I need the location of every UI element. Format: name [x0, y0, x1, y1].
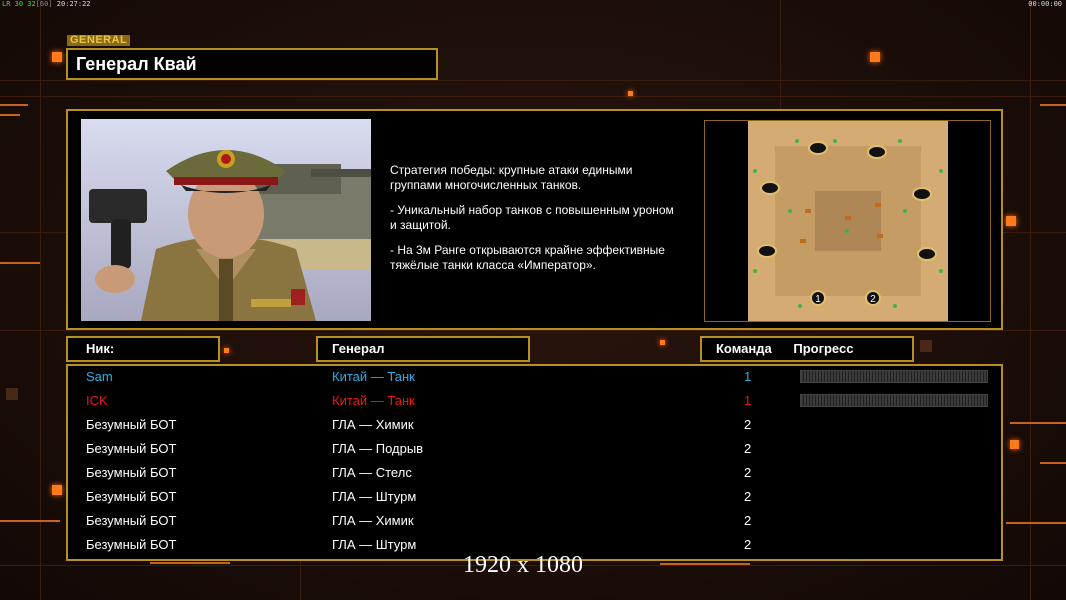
- decor-square: [870, 52, 880, 62]
- header-general-label: Генерал: [332, 341, 385, 356]
- player-nick: Sam: [86, 369, 113, 384]
- description-line: Стратегия победы: крупные атаки едиными …: [390, 163, 633, 192]
- player-team[interactable]: 2: [744, 512, 751, 530]
- resolution-label: 1920 x 1080: [463, 552, 583, 578]
- player-general[interactable]: ГЛА — Стелс: [332, 464, 412, 482]
- player-row[interactable]: ICK Китай — Танк 1: [68, 392, 1001, 416]
- decor-square: [52, 52, 62, 62]
- hud-stats: LR 30 32[60] 20:27:22: [2, 0, 91, 8]
- player-team[interactable]: 2: [744, 464, 751, 482]
- load-progress-bar: [800, 370, 988, 383]
- player-row[interactable]: Безумный БОТ ГЛА — Химик 2: [68, 512, 1001, 536]
- hud-clock: 20:27:22: [56, 0, 91, 8]
- header-nick[interactable]: Ник:: [66, 336, 220, 362]
- player-general[interactable]: ГЛА — Подрыв: [332, 440, 423, 458]
- general-description: Стратегия победы: крупные атаки едиными …: [390, 163, 700, 283]
- decor-square: [628, 91, 633, 96]
- decor-square: [920, 340, 932, 352]
- player-row[interactable]: Sam Китай — Танк 1: [68, 368, 1001, 392]
- player-nick: Безумный БОТ: [86, 537, 177, 552]
- decor-tick: [1040, 104, 1066, 106]
- player-team[interactable]: 2: [744, 488, 751, 506]
- player-general[interactable]: ГЛА — Штурм: [332, 488, 416, 506]
- header-team-progress[interactable]: Команда Прогресс: [700, 336, 914, 362]
- decor-tick: [0, 114, 20, 116]
- player-team[interactable]: 1: [744, 368, 751, 386]
- decor-tick: [1040, 462, 1066, 464]
- decor-square: [660, 340, 665, 345]
- general-portrait: [81, 119, 371, 321]
- decor-tick: [1006, 522, 1066, 524]
- decor-tick: [0, 104, 28, 106]
- general-name: Генерал Квай: [76, 54, 197, 74]
- player-row[interactable]: Безумный БОТ ГЛА — Подрыв 2: [68, 440, 1001, 464]
- description-line: - На 3м Ранге открываются крайне эффекти…: [390, 243, 665, 272]
- header-team-label: Команда: [716, 341, 772, 356]
- player-nick: Безумный БОТ: [86, 489, 177, 504]
- player-list: Sam Китай — Танк 1 ICK Китай — Танк 1 Безумный…: [66, 364, 1003, 561]
- player-general[interactable]: ГЛА — Химик: [332, 512, 414, 530]
- map-preview[interactable]: 1 2: [704, 120, 991, 322]
- decor-line: [300, 560, 301, 600]
- player-nick: Безумный БОТ: [86, 441, 177, 456]
- map-slot-1[interactable]: 1: [815, 294, 821, 305]
- general-tab-label: GENERAL: [67, 35, 131, 46]
- decor-square: [6, 388, 18, 400]
- player-team[interactable]: 2: [744, 536, 751, 554]
- player-general[interactable]: ГЛА — Химик: [332, 416, 414, 434]
- general-info-panel: Стратегия победы: крупные атаки едиными …: [66, 109, 1003, 330]
- decor-tick: [660, 563, 750, 565]
- load-progress-bar: [800, 394, 988, 407]
- player-row[interactable]: Безумный БОТ ГЛА — Штурм 2: [68, 488, 1001, 512]
- decor-square: [52, 485, 62, 495]
- player-general[interactable]: Китай — Танк: [332, 392, 415, 410]
- decor-tick: [0, 520, 60, 522]
- decor-line: [0, 330, 1066, 331]
- player-row[interactable]: Безумный БОТ ГЛА — Стелс 2: [68, 464, 1001, 488]
- player-general[interactable]: Китай — Танк: [332, 368, 415, 386]
- map-slot-2[interactable]: 2: [870, 294, 876, 305]
- description-line: - Уникальный набор танков с повышенным у…: [390, 203, 674, 232]
- decor-tick: [1010, 422, 1066, 424]
- header-nick-label: Ник:: [86, 341, 115, 356]
- hud-stats-bracket: [60]: [35, 0, 53, 8]
- decor-line: [1030, 0, 1031, 600]
- general-title-box: Генерал Квай: [66, 48, 438, 80]
- player-row[interactable]: Безумный БОТ ГЛА — Химик 2: [68, 416, 1001, 440]
- decor-line: [40, 0, 41, 600]
- decor-square: [1010, 440, 1019, 449]
- player-nick: Безумный БОТ: [86, 417, 177, 432]
- player-team[interactable]: 1: [744, 392, 751, 410]
- player-team[interactable]: 2: [744, 440, 751, 458]
- decor-tick: [0, 262, 40, 264]
- decor-line: [0, 80, 1066, 81]
- decor-square: [224, 348, 229, 353]
- header-general[interactable]: Генерал: [316, 336, 530, 362]
- player-general[interactable]: ГЛА — Штурм: [332, 536, 416, 554]
- player-nick: Безумный БОТ: [86, 465, 177, 480]
- player-nick: Безумный БОТ: [86, 513, 177, 528]
- decor-square: [1006, 216, 1016, 226]
- decor-line: [0, 96, 1066, 97]
- player-nick: ICK: [86, 393, 108, 408]
- header-progress-label: Прогресс: [793, 341, 854, 356]
- decor-line: [780, 0, 781, 110]
- hud-timer: 00:00:00: [1028, 0, 1062, 8]
- player-team[interactable]: 2: [744, 416, 751, 434]
- decor-tick: [150, 562, 230, 564]
- hud-stats-values: LR 30 32: [2, 0, 36, 8]
